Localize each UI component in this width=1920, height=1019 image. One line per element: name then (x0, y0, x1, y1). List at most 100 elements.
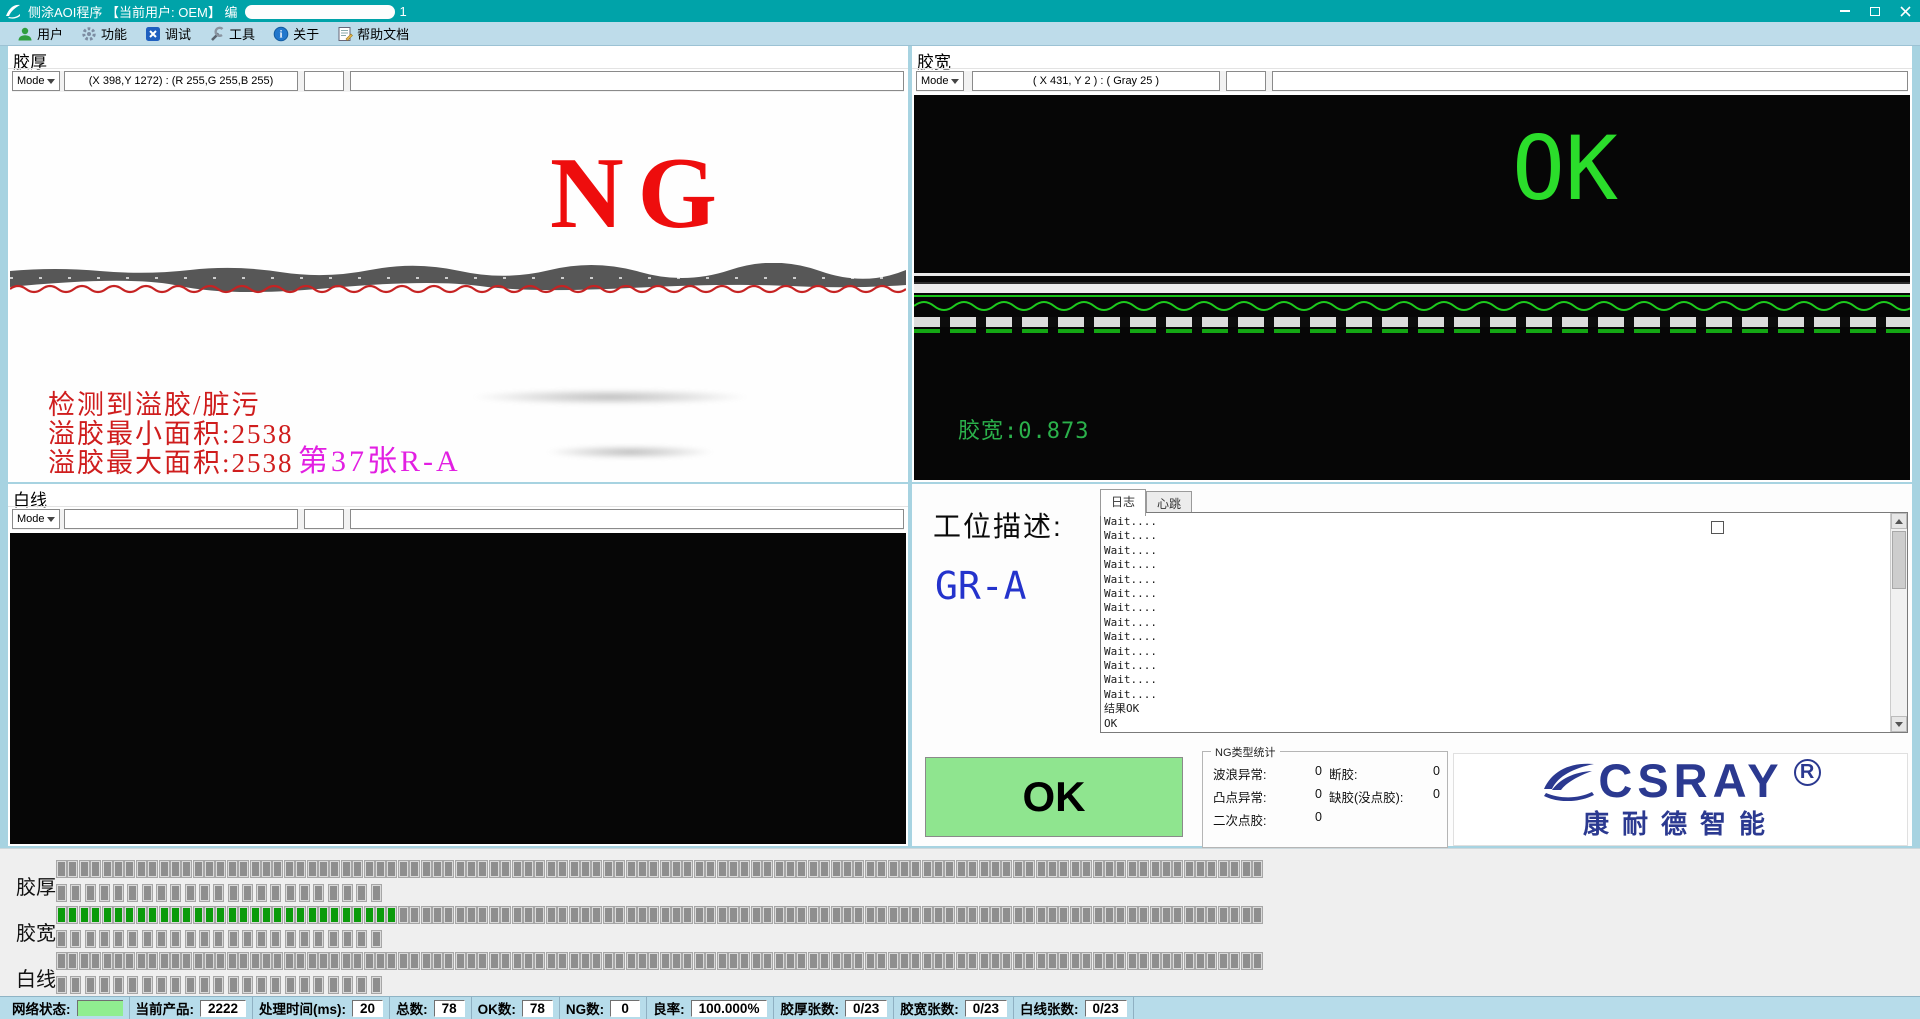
frame-square (570, 953, 579, 969)
frame-square (376, 907, 385, 923)
status-label: OK数: (478, 998, 516, 1018)
frame-square (1094, 953, 1103, 969)
log-checkbox[interactable] (1711, 521, 1724, 534)
scrollbar-thumb[interactable] (1892, 531, 1906, 589)
log-line: Wait.... (1104, 544, 1887, 558)
menu-item-function[interactable]: 功能 (72, 22, 136, 45)
menu-item-user[interactable]: 用户 (8, 22, 72, 45)
frame-square (422, 861, 431, 877)
frame-square (1219, 861, 1228, 877)
frame-square (91, 907, 100, 923)
status-item-2: 处理时间(ms):20 (253, 997, 389, 1019)
white-line-mode-select[interactable]: Mode (12, 509, 60, 529)
frame-square (718, 953, 727, 969)
frame-square (57, 885, 66, 901)
frame-square (1242, 953, 1251, 969)
frame-square (627, 861, 636, 877)
glue-thickness-mode-select[interactable]: Mode (12, 71, 60, 91)
frame-square (775, 907, 784, 923)
tab-log[interactable]: 日志 (1100, 489, 1146, 516)
film-strip-row-long (57, 907, 1264, 923)
frame-square (809, 907, 818, 923)
glue-width-pixel-readout[interactable]: ( X 431, Y 2 ) : ( Gray 25 ) (972, 71, 1220, 91)
frame-square (1059, 907, 1068, 923)
white-line-pixel-readout[interactable] (64, 509, 298, 529)
frame-square (100, 931, 109, 947)
frame-square (399, 907, 408, 923)
film-strip-row-long (57, 861, 1264, 877)
menu-item-debug[interactable]: 调试 (136, 22, 200, 45)
log-line: Wait.... (1104, 573, 1887, 587)
ng-stat-label: 缺胶(没点胶): (1329, 787, 1403, 806)
frame-square (57, 977, 66, 993)
frame-square (1037, 907, 1046, 923)
status-item-5: NG数:0 (560, 997, 646, 1019)
frame-square (570, 861, 579, 877)
glue-width-long-field[interactable] (1272, 71, 1908, 91)
frame-square (410, 907, 419, 923)
minimize-button[interactable] (1830, 0, 1860, 22)
frame-square (968, 861, 977, 877)
frame-square (627, 907, 636, 923)
frame-square (422, 907, 431, 923)
scroll-down-button[interactable] (1891, 716, 1907, 732)
white-line-toolbar: Mode (12, 509, 904, 530)
frame-square (365, 907, 374, 923)
white-line-small-field[interactable] (304, 509, 344, 529)
frame-square (945, 907, 954, 923)
white-line-long-field[interactable] (350, 509, 904, 529)
status-item-0: 网络状态: (6, 997, 129, 1019)
frame-square (1014, 953, 1023, 969)
frame-square (387, 861, 396, 877)
frame-square (239, 953, 248, 969)
menu-item-about[interactable]: i关于 (264, 22, 328, 45)
frame-square (968, 953, 977, 969)
frame-square (71, 931, 80, 947)
ng-stat-label: 凸点异常: (1213, 787, 1266, 806)
glue-width-small-field[interactable] (1226, 71, 1266, 91)
frame-square (157, 931, 166, 947)
frame-square (797, 861, 806, 877)
close-button[interactable] (1890, 0, 1920, 22)
maximize-button[interactable] (1860, 0, 1890, 22)
frame-square (706, 907, 715, 923)
frame-square (1219, 907, 1228, 923)
film-strip-row-short (57, 977, 386, 993)
frame-square (330, 861, 339, 877)
log-panel[interactable]: Wait....Wait....Wait....Wait....Wait....… (1100, 512, 1908, 733)
frame-square (71, 885, 80, 901)
frame-square (300, 885, 309, 901)
status-separator (1133, 997, 1134, 1019)
menu-item-tools[interactable]: 工具 (200, 22, 264, 45)
frame-square (877, 907, 886, 923)
frame-square (968, 907, 977, 923)
panel-glue-width-title: 胶宽 (917, 48, 951, 73)
glue-thickness-pixel-readout[interactable]: (X 398,Y 1272) : (R 255,G 255,B 255) (64, 71, 298, 91)
glue-thickness-long-field[interactable] (350, 71, 904, 91)
glue-width-mode-select[interactable]: Mode (916, 71, 964, 91)
frame-square (661, 953, 670, 969)
overall-result-button[interactable]: OK (925, 757, 1183, 837)
frame-square (1151, 953, 1160, 969)
frame-square (638, 907, 647, 923)
frame-square (143, 977, 152, 993)
log-line: Wait.... (1104, 688, 1887, 702)
glue-thickness-small-field[interactable] (304, 71, 344, 91)
frame-square (490, 861, 499, 877)
frame-square (809, 953, 818, 969)
menu-item-help[interactable]: 帮助文档 (328, 22, 418, 45)
frame-square (649, 861, 658, 877)
frame-square (467, 861, 476, 877)
status-bar: 网络状态:当前产品:2222处理时间(ms):20总数:78OK数:78NG数:… (0, 996, 1920, 1019)
panel-glue-thickness-title: 胶厚 (13, 48, 47, 73)
scroll-up-button[interactable] (1891, 513, 1907, 529)
frame-square (615, 861, 624, 877)
frame-square (1037, 953, 1046, 969)
frame-square (1207, 907, 1216, 923)
frame-square (251, 953, 260, 969)
menu-item-label: 调试 (165, 24, 191, 43)
log-scrollbar[interactable] (1890, 513, 1907, 732)
frame-square (444, 861, 453, 877)
log-line: Wait.... (1104, 515, 1887, 529)
frame-square (243, 885, 252, 901)
